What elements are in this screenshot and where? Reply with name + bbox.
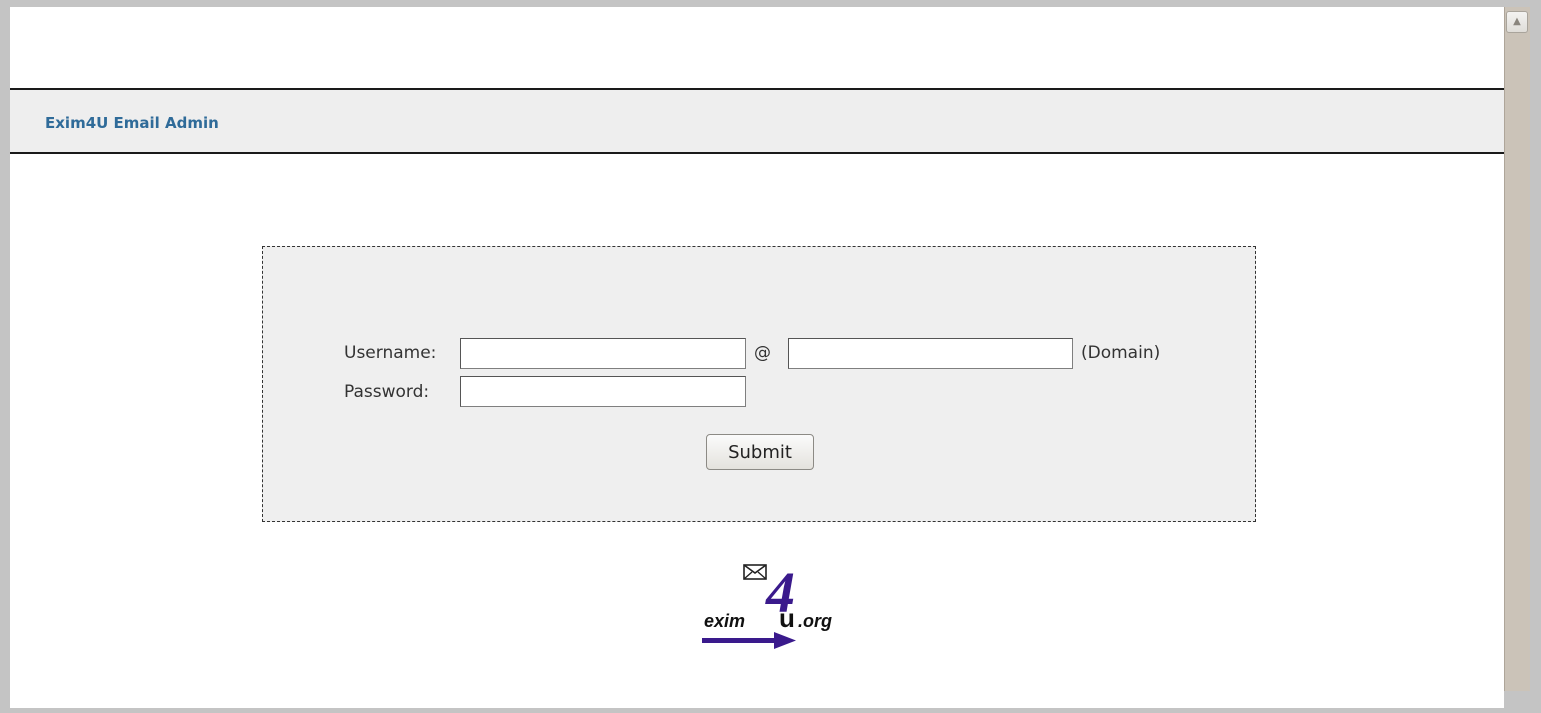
- logo-text-suffix: .org: [798, 611, 832, 631]
- header-bar: Exim4U Email Admin: [10, 88, 1504, 154]
- scroll-up-arrow-icon[interactable]: ▲: [1506, 11, 1528, 33]
- domain-hint: (Domain): [1081, 343, 1161, 363]
- logo-text-u: u: [779, 603, 795, 633]
- vertical-scrollbar[interactable]: ▲: [1504, 7, 1530, 691]
- exim4u-logo[interactable]: 4 exim u .org: [690, 560, 840, 650]
- username-label: Username:: [344, 343, 437, 363]
- password-input[interactable]: [460, 376, 746, 407]
- login-form: Username: @ (Domain) Password: Submit: [262, 246, 1256, 522]
- site-title-link[interactable]: Exim4U Email Admin: [45, 114, 219, 132]
- arrow-icon: [702, 632, 796, 649]
- logo-text-left: exim: [704, 611, 745, 631]
- at-sign: @: [754, 343, 771, 363]
- username-input[interactable]: [460, 338, 746, 369]
- submit-button[interactable]: Submit: [706, 434, 814, 470]
- password-label: Password:: [344, 382, 430, 402]
- page-viewport: Exim4U Email Admin Username: @ (Domain) …: [10, 7, 1504, 708]
- envelope-icon: [743, 564, 767, 580]
- domain-input[interactable]: [788, 338, 1073, 369]
